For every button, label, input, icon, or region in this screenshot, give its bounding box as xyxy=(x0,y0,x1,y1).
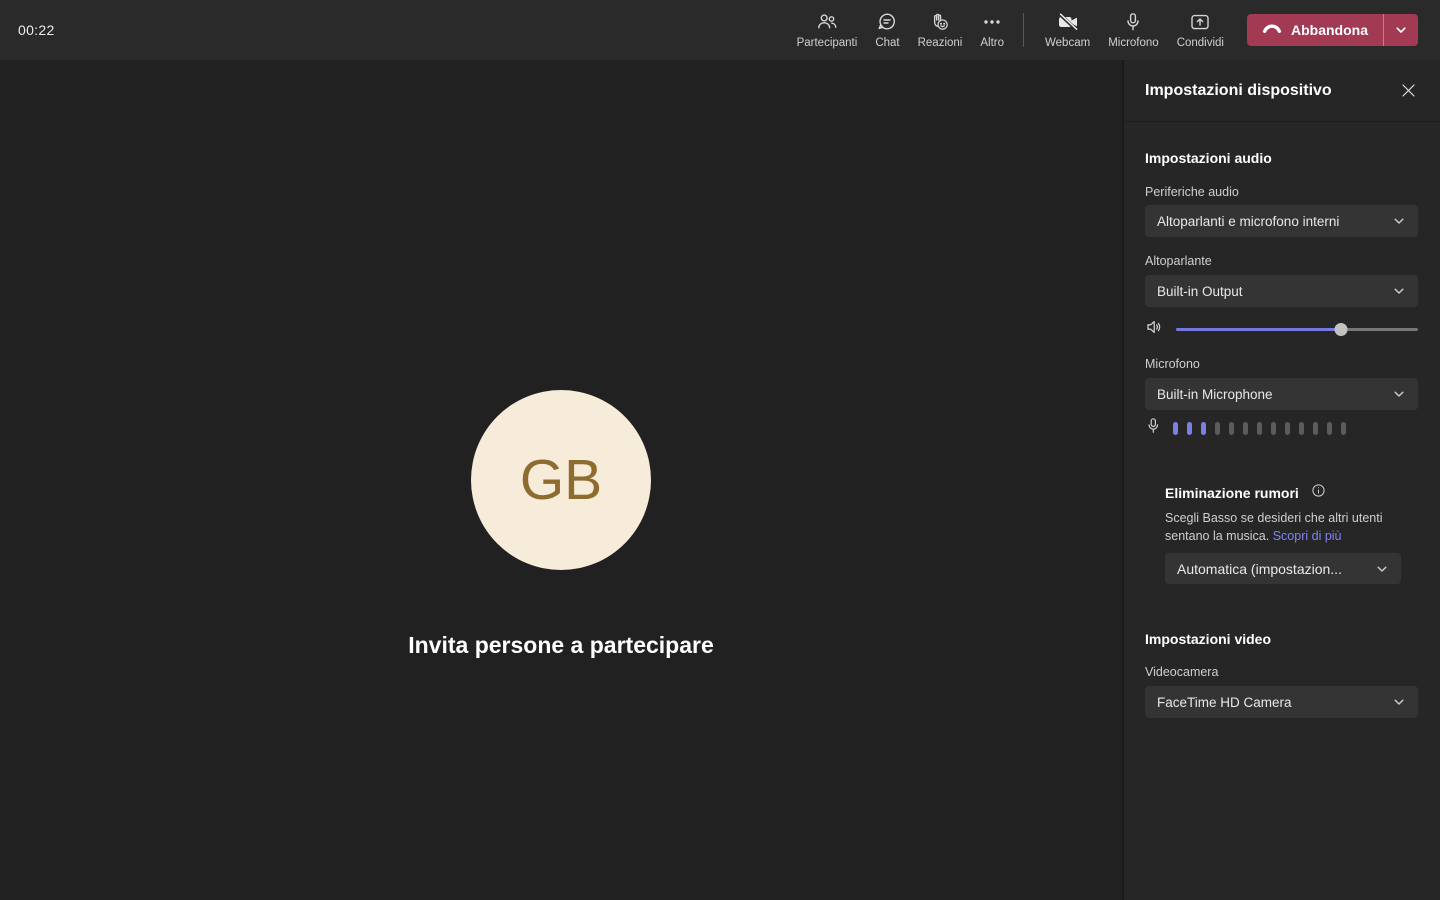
mic-small-icon xyxy=(1145,417,1162,440)
panel-body: Impostazioni audio Periferiche audio Alt… xyxy=(1124,148,1440,718)
share-label: Condividi xyxy=(1176,37,1224,49)
chat-button[interactable]: Chat xyxy=(866,0,908,60)
volume-slider-thumb[interactable] xyxy=(1334,323,1348,336)
toolbar: Partecipanti Chat Reazioni Altro Webcam … xyxy=(788,0,1440,60)
mic-level-bar xyxy=(1271,421,1276,435)
camera-dropdown[interactable]: FaceTime HD Camera xyxy=(1145,686,1418,718)
more-label: Altro xyxy=(980,37,1005,49)
mic-level-meter xyxy=(1173,421,1346,435)
audio-devices-dropdown[interactable]: Altoparlanti e microfono interni xyxy=(1145,205,1418,237)
learn-more-link[interactable]: Scopri di più xyxy=(1273,529,1342,543)
noise-suppression-value: Automatica (impostazion... xyxy=(1177,560,1342,577)
chevron-down-icon xyxy=(1394,288,1404,294)
speaker-dropdown[interactable]: Built-in Output xyxy=(1145,275,1418,307)
webcam-toggle-button[interactable]: Webcam xyxy=(1036,0,1099,60)
noise-suppression-dropdown[interactable]: Automatica (impostazion... xyxy=(1165,553,1401,584)
reactions-label: Reazioni xyxy=(917,37,963,49)
panel-title: Impostazioni dispositivo xyxy=(1145,81,1332,99)
more-icon xyxy=(981,11,1003,33)
microphone-icon xyxy=(1122,11,1144,33)
leave-options-button[interactable] xyxy=(1384,14,1418,46)
share-screen-icon xyxy=(1189,11,1211,33)
meeting-stage: GB Invita persone a partecipare xyxy=(0,60,1122,900)
mic-dropdown[interactable]: Built-in Microphone xyxy=(1145,378,1418,410)
speaker-label: Altoparlante xyxy=(1145,254,1212,268)
mic-level-bar xyxy=(1229,421,1234,435)
participants-label: Partecipanti xyxy=(796,37,858,49)
leave-button[interactable]: Abbandona xyxy=(1247,14,1418,46)
leave-button-main[interactable]: Abbandona xyxy=(1247,14,1383,46)
invite-text: Invita persone a partecipare xyxy=(408,632,714,658)
mic-level-bar xyxy=(1313,421,1318,435)
participants-icon xyxy=(816,11,838,33)
camera-value: FaceTime HD Camera xyxy=(1157,694,1292,710)
speaker-volume-row xyxy=(1145,319,1418,339)
audio-devices-label: Periferiche audio xyxy=(1145,185,1239,199)
volume-slider-fill xyxy=(1176,328,1341,331)
microphone-label: Microfono xyxy=(1108,37,1159,49)
noise-suppression-section: Eliminazione rumori Scegli Basso se desi… xyxy=(1165,483,1418,584)
chat-label: Chat xyxy=(875,37,900,49)
noise-suppression-heading: Eliminazione rumori xyxy=(1165,485,1299,501)
chevron-down-icon xyxy=(1394,699,1404,705)
mic-level-row xyxy=(1145,417,1418,440)
reactions-icon xyxy=(929,11,951,33)
chat-icon xyxy=(876,11,898,33)
webcam-label: Webcam xyxy=(1045,37,1091,49)
mic-level-bar xyxy=(1285,421,1290,435)
more-button[interactable]: Altro xyxy=(971,0,1013,60)
mic-level-bar xyxy=(1341,421,1346,435)
toolbar-divider xyxy=(1023,13,1025,47)
webcam-off-icon xyxy=(1056,11,1080,33)
device-settings-panel: Impostazioni dispositivo Impostazioni au… xyxy=(1122,60,1440,900)
reactions-button[interactable]: Reazioni xyxy=(909,0,972,60)
mic-level-bar xyxy=(1173,421,1178,435)
mic-value: Built-in Microphone xyxy=(1157,386,1273,402)
mic-level-bar xyxy=(1187,421,1192,435)
mic-level-bar xyxy=(1201,421,1206,435)
hangup-icon xyxy=(1262,20,1282,41)
mic-level-bar xyxy=(1327,421,1332,435)
panel-header: Impostazioni dispositivo xyxy=(1124,60,1440,122)
volume-slider[interactable] xyxy=(1176,322,1418,336)
close-panel-button[interactable] xyxy=(1396,79,1420,103)
microphone-toggle-button[interactable]: Microfono xyxy=(1099,0,1168,60)
meeting-top-bar: 00:22 Partecipanti Chat Reazioni Altro W… xyxy=(0,0,1440,60)
mic-level-bar xyxy=(1215,421,1220,435)
noise-suppression-description: Scegli Basso se desideri che altri utent… xyxy=(1165,509,1407,545)
avatar: GB xyxy=(471,390,651,570)
chevron-down-icon xyxy=(1396,27,1406,33)
chevron-down-icon xyxy=(1377,566,1387,572)
video-settings-heading: Impostazioni video xyxy=(1145,631,1272,647)
audio-devices-value: Altoparlanti e microfono interni xyxy=(1157,213,1340,229)
mic-level-bar xyxy=(1243,421,1248,435)
participants-button[interactable]: Partecipanti xyxy=(788,0,867,60)
speaker-value: Built-in Output xyxy=(1157,283,1243,299)
share-button[interactable]: Condividi xyxy=(1168,0,1233,60)
mic-level-bar xyxy=(1257,421,1262,435)
meeting-timer: 00:22 xyxy=(18,22,55,38)
camera-label: Videocamera xyxy=(1145,665,1219,679)
close-icon xyxy=(1401,84,1415,97)
leave-button-label: Abbandona xyxy=(1291,22,1368,38)
mic-level-bar xyxy=(1299,421,1304,435)
chevron-down-icon xyxy=(1394,391,1404,397)
info-icon[interactable] xyxy=(1312,484,1325,502)
speaker-icon xyxy=(1145,317,1165,342)
mic-label: Microfono xyxy=(1145,357,1200,371)
chevron-down-icon xyxy=(1394,218,1404,224)
audio-settings-heading: Impostazioni audio xyxy=(1145,150,1272,166)
